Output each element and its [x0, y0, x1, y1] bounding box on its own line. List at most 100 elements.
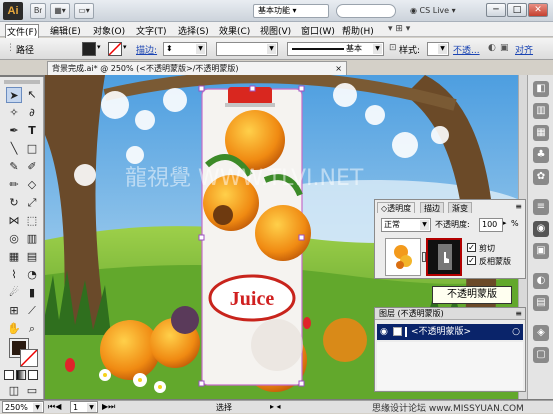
stroke-weight-dropdown[interactable]: ⬍ ▼	[163, 42, 207, 56]
panel-menu-icon[interactable]: ≡	[515, 202, 522, 211]
menu-select[interactable]: 选择(S)	[178, 24, 209, 37]
shape-builder-tool-icon[interactable]: ◎	[6, 231, 22, 247]
tab-gradient[interactable]: 渐变	[448, 202, 472, 213]
appearance-panel-icon[interactable]: ◉	[533, 221, 549, 237]
stroke-options-icon[interactable]: ⊡	[389, 43, 397, 53]
graphic-styles-icon[interactable]: ▣	[533, 243, 549, 259]
variable-width-dropdown[interactable]: ▼	[216, 42, 278, 56]
menu-file[interactable]: 文件(F)	[5, 24, 40, 39]
eyedropper-tool-icon[interactable]: ⌇	[6, 267, 22, 283]
tools-panel-grip[interactable]	[4, 80, 40, 84]
color-guide-icon[interactable]: ▥	[533, 103, 549, 119]
style-dropdown[interactable]: ▼	[427, 42, 449, 56]
blend-tool-icon[interactable]: ◔	[24, 267, 40, 283]
eraser-tool-icon[interactable]: ◇	[24, 177, 40, 193]
menu-edit[interactable]: 编辑(E)	[50, 24, 81, 37]
isolate-icon[interactable]: ▣	[500, 43, 509, 53]
target-icon[interactable]: ○	[512, 324, 520, 340]
bridge-button[interactable]: Br	[30, 3, 46, 19]
gradient-tool-icon[interactable]: ▤	[24, 249, 40, 265]
gradient-panel-icon[interactable]: ▤	[533, 295, 549, 311]
perspective-grid-tool-icon[interactable]: ▥	[24, 231, 40, 247]
free-transform-tool-icon[interactable]: ⬚	[24, 213, 40, 229]
scale-tool-icon[interactable]: ⤢	[24, 195, 40, 211]
type-tool-icon[interactable]: T	[24, 123, 40, 139]
invert-mask-checkbox[interactable]: ✓	[467, 256, 476, 265]
opacity-dropdown-arrow[interactable]: ▸	[503, 219, 507, 227]
align-link[interactable]: 对齐	[515, 43, 533, 56]
swatches-panel-icon[interactable]: ▦	[533, 125, 549, 141]
draw-normal-icon[interactable]: ◫	[6, 383, 22, 399]
workspace-switcher[interactable]: 基本功能 ▾	[253, 4, 329, 18]
pencil-tool-icon[interactable]: ✐	[24, 159, 40, 175]
rotate-tool-icon[interactable]: ↻	[6, 195, 22, 211]
tab-transparency[interactable]: ◇透明度	[377, 202, 416, 213]
stroke-dropdown-arrow[interactable]: ▾	[123, 43, 127, 51]
menu-effect[interactable]: 效果(C)	[219, 24, 250, 37]
minimize-button[interactable]: ─	[486, 3, 506, 17]
layer-row[interactable]: ◉ <不透明蒙版> ○	[377, 324, 523, 340]
color-panel-icon[interactable]: ◧	[533, 81, 549, 97]
width-tool-icon[interactable]: ⋈	[6, 213, 22, 229]
zoom-dropdown[interactable]: 250% ▼	[2, 401, 44, 413]
blend-mode-dropdown[interactable]: 正常 ▼	[381, 218, 431, 232]
close-tab-icon[interactable]: ×	[335, 62, 342, 75]
layers-panel-icon[interactable]: ◈	[533, 325, 549, 341]
artboard-number[interactable]: 1 ▼	[70, 401, 98, 413]
line-tool-icon[interactable]: ╲	[6, 141, 22, 157]
menu-object[interactable]: 对象(O)	[93, 24, 125, 37]
fill-dropdown-arrow[interactable]: ▾	[97, 43, 101, 51]
screen-mode-button[interactable]: ▭▾	[74, 3, 94, 19]
first-artboard-icon[interactable]: ⏮◀	[48, 402, 61, 412]
symbols-panel-icon[interactable]: ✿	[533, 169, 549, 185]
status-menu-arrow[interactable]: ▸ ◂	[270, 402, 281, 411]
next-artboard-icon[interactable]: ▶⏭	[102, 402, 115, 412]
visibility-eye-icon[interactable]: ◉	[380, 324, 388, 340]
stroke-swatch[interactable]	[108, 42, 122, 56]
menu-help[interactable]: 帮助(H)	[342, 24, 374, 37]
slice-tool-icon[interactable]: ⟋	[24, 303, 40, 319]
fill-swatch[interactable]	[82, 42, 96, 56]
stroke-label[interactable]: 描边:	[136, 43, 157, 56]
stroke-panel-icon[interactable]: ≡	[533, 199, 549, 215]
opacity-input[interactable]: 100	[479, 218, 503, 232]
gradient-mode-icon[interactable]	[16, 370, 26, 380]
stroke-color-box[interactable]	[20, 349, 38, 367]
opacity-mask-thumbnail[interactable]	[426, 238, 462, 276]
cs-live-button[interactable]: ◉ CS Live ▾	[410, 6, 456, 15]
search-input[interactable]	[336, 4, 396, 18]
document-tab[interactable]: 背景完成.ai* @ 250% (<不透明蒙版>/不透明蒙版) ×	[47, 61, 347, 75]
symbol-sprayer-tool-icon[interactable]: ☄	[6, 285, 22, 301]
direct-selection-tool-icon[interactable]: ↖	[24, 87, 40, 103]
brush-dropdown[interactable]: 基本 ▼	[287, 42, 384, 56]
clip-checkbox[interactable]: ✓	[467, 243, 476, 252]
maximize-button[interactable]: □	[507, 3, 527, 17]
tab-stroke[interactable]: 描边	[420, 202, 444, 213]
panel-menu-icon[interactable]: ≡	[515, 308, 522, 319]
lock-toggle[interactable]	[393, 327, 402, 336]
artwork-thumbnail[interactable]	[385, 238, 421, 276]
artboards-panel-icon[interactable]: ▢	[533, 347, 549, 363]
menu-window[interactable]: 窗口(W)	[301, 24, 335, 37]
artboard-tool-icon[interactable]: ⊞	[6, 303, 22, 319]
close-button[interactable]: ✕	[528, 3, 548, 17]
magic-wand-tool-icon[interactable]: ✧	[6, 105, 22, 121]
arrange-documents-button[interactable]: ▦▾	[50, 3, 70, 19]
none-mode-icon[interactable]	[28, 370, 38, 380]
selection-tool-icon[interactable]: ➤	[6, 87, 22, 103]
opacity-link[interactable]: 不透...	[453, 43, 480, 56]
transparency-panel-icon[interactable]: ◐	[533, 273, 549, 289]
screen-mode-icon[interactable]: ▭	[24, 383, 40, 399]
lasso-tool-icon[interactable]: ∂	[24, 105, 40, 121]
menu-view[interactable]: 视图(V)	[260, 24, 291, 37]
brushes-panel-icon[interactable]: ♣	[533, 147, 549, 163]
column-graph-tool-icon[interactable]: ▮	[24, 285, 40, 301]
recolor-icon[interactable]: ◐	[488, 43, 496, 53]
color-mode-icon[interactable]	[4, 370, 14, 380]
menu-type[interactable]: 文字(T)	[136, 24, 167, 37]
mesh-tool-icon[interactable]: ▦	[6, 249, 22, 265]
pen-tool-icon[interactable]: ✒	[6, 123, 22, 139]
blob-brush-tool-icon[interactable]: ✏	[6, 177, 22, 193]
hand-tool-icon[interactable]: ✋	[6, 321, 22, 337]
rectangle-tool-icon[interactable]: □	[24, 141, 40, 157]
